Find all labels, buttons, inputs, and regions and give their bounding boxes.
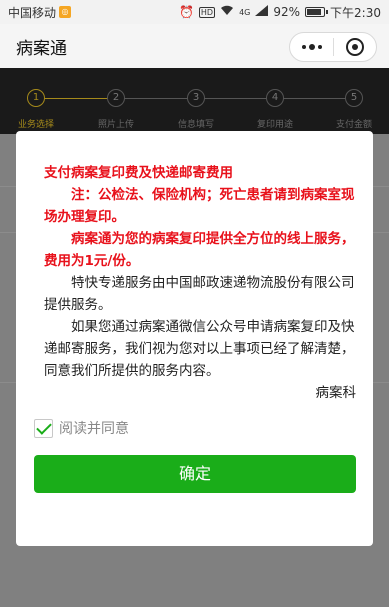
step-number: 3 (187, 89, 205, 107)
step-label: 信息填写 (177, 120, 214, 130)
carrier-app-icon: ◎ (59, 6, 72, 18)
alarm-icon: ⏰ (178, 5, 194, 19)
step-1[interactable]: 1 业务选择 (0, 89, 76, 130)
agreement-modal: 支付病案复印费及快递邮寄费用 注：公检法、保险机构；死亡患者请到病案室现场办理复… (16, 131, 373, 546)
hd-icon: HD (198, 6, 216, 18)
more-icon (301, 45, 306, 49)
step-2[interactable]: 2 照片上传 (76, 89, 156, 130)
step-number: 1 (27, 89, 45, 107)
nav-bar: 病案通 (0, 24, 389, 68)
step-label: 支付金额 (335, 120, 372, 130)
step-number: 2 (107, 89, 125, 107)
more-menu-button[interactable] (290, 33, 333, 61)
agree-label: 阅读并同意 (59, 421, 129, 437)
close-circle-icon (345, 38, 364, 56)
step-number: 4 (266, 89, 284, 107)
signature: 病案科 (315, 385, 357, 401)
signal-icon (255, 5, 269, 19)
notice-text: 注：公检法、保险机构；死亡患者请到病案室现场办理复印。 (44, 187, 355, 225)
modal-title: 支付病案复印费及快递邮寄费用 (44, 165, 233, 181)
step-progress: 1 业务选择 2 照片上传 3 信息填写 4 复印用途 5 支付金额 (0, 68, 389, 134)
more-icon (308, 44, 315, 50)
page-title: 病案通 (16, 38, 67, 59)
more-icon (317, 45, 322, 49)
status-bar: 中国移动 ◎ ⏰ HD 4G 92% 下午2:30 (0, 0, 389, 24)
mini-program-capsule (289, 32, 377, 62)
confirm-button[interactable]: 确定 (34, 455, 356, 493)
network-type: 4G (239, 7, 251, 17)
agreement-paragraph: 如果您通过病案通微信公众号申请病案复印及快递邮寄服务，我们视为您对以上事项已经了… (44, 319, 355, 379)
clock: 下午2:30 (330, 5, 381, 20)
step-3[interactable]: 3 信息填写 (156, 89, 236, 130)
agreement-text: 支付病案复印费及快递邮寄费用 注：公检法、保险机构；死亡患者请到病案室现场办理复… (44, 162, 356, 404)
agree-checkbox-row[interactable]: 阅读并同意 (34, 418, 129, 438)
carrier-name: 中国移动 (8, 5, 57, 20)
step-label: 照片上传 (97, 120, 134, 130)
wifi-icon (220, 5, 234, 19)
step-label: 复印用途 (256, 120, 293, 130)
agree-checkbox[interactable] (34, 418, 53, 438)
step-4[interactable]: 4 复印用途 (235, 89, 315, 130)
close-miniprogram-button[interactable] (334, 33, 376, 61)
express-text: 特快专递服务由中国邮政速递物流股份有限公司提供服务。 (44, 275, 355, 313)
battery-percent: 92% (273, 5, 301, 19)
step-label: 业务选择 (17, 120, 54, 130)
step-number: 5 (345, 89, 363, 107)
service-text: 病案通为您的病案复印提供全方位的线上服务，费用为1元/份。 (44, 231, 355, 269)
step-5[interactable]: 5 支付金额 (314, 89, 389, 130)
battery-icon (305, 7, 329, 17)
